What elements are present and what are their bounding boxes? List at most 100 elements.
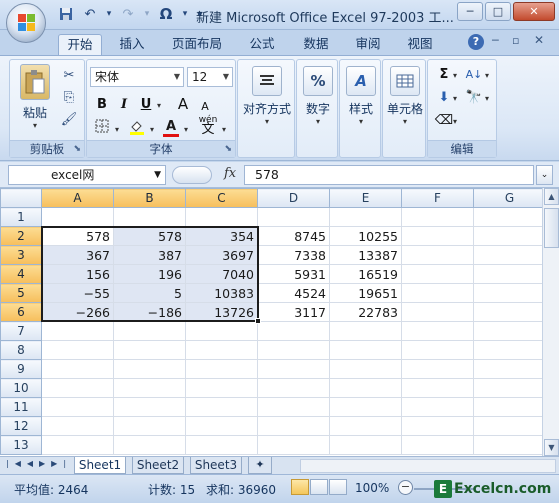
cell[interactable] (401, 264, 474, 284)
cell[interactable]: 7040 (185, 264, 258, 284)
zoom-out-icon[interactable]: − (398, 480, 413, 495)
cell[interactable] (401, 245, 474, 265)
name-box-dropdown-icon[interactable]: ▼ (154, 166, 161, 184)
phonetic-guide-icon[interactable]: wén 文 (197, 115, 219, 136)
cell[interactable] (185, 321, 258, 341)
tab-formulas[interactable]: 公式 (240, 34, 284, 55)
cell[interactable] (113, 359, 186, 379)
font-size-dropdown-icon[interactable]: ▼ (223, 68, 229, 86)
insert-sheet-icon[interactable]: ✦ (248, 457, 272, 474)
row-header[interactable]: 9 (0, 359, 42, 379)
cell[interactable] (41, 435, 114, 455)
fill-color-dropdown-icon[interactable]: ▾ (147, 119, 157, 138)
last-sheet-icon[interactable]: ▶| (51, 459, 72, 468)
cell[interactable] (329, 340, 402, 360)
format-painter-icon[interactable]: 🖌 (60, 110, 78, 128)
row-header[interactable]: 6 (0, 302, 42, 322)
cell[interactable] (257, 359, 330, 379)
symbol-omega-icon[interactable]: Ω (156, 5, 176, 23)
cell[interactable]: 13726 (185, 302, 258, 322)
cell[interactable] (113, 378, 186, 398)
cell[interactable] (401, 416, 474, 436)
office-button[interactable] (6, 3, 46, 43)
cell[interactable] (401, 207, 474, 227)
tab-review[interactable]: 审阅 (346, 34, 390, 55)
cell[interactable] (257, 416, 330, 436)
cut-icon[interactable]: ✂ (60, 66, 78, 84)
phonetic-dropdown-icon[interactable]: ▾ (219, 119, 229, 138)
cell[interactable] (41, 321, 114, 341)
cell[interactable]: 13387 (329, 245, 402, 265)
find-dropdown-icon[interactable]: ▾ (482, 88, 492, 107)
cell[interactable] (473, 397, 546, 417)
horizontal-scrollbar[interactable] (300, 459, 556, 473)
cell[interactable] (113, 435, 186, 455)
formula-bar-splitter[interactable] (172, 166, 212, 184)
copy-icon[interactable]: ⎘ (60, 88, 78, 106)
styles-button[interactable]: A 样式 ▾ (342, 66, 380, 126)
cell[interactable]: 10255 (329, 226, 402, 246)
select-all-corner[interactable] (0, 188, 42, 208)
cell[interactable] (473, 226, 546, 246)
cell[interactable] (113, 207, 186, 227)
sheet-nav-buttons[interactable]: |◀◀▶▶| (6, 459, 72, 468)
cell[interactable] (257, 397, 330, 417)
normal-view-icon[interactable] (291, 479, 309, 495)
row-header[interactable]: 8 (0, 340, 42, 360)
font-color-icon[interactable]: A (161, 117, 181, 137)
styles-dropdown-icon[interactable]: ▾ (342, 117, 380, 126)
cell[interactable]: 19651 (329, 283, 402, 303)
tab-insert[interactable]: 插入 (110, 34, 154, 55)
paste-button[interactable]: 粘贴 ▾ (16, 64, 54, 130)
cell[interactable]: 4524 (257, 283, 330, 303)
cell[interactable]: −266 (41, 302, 114, 322)
clipboard-launcher-icon[interactable]: ⬊ (73, 144, 81, 154)
cell[interactable] (401, 321, 474, 341)
column-header-c[interactable]: C (185, 188, 258, 208)
cell[interactable] (185, 340, 258, 360)
row-header[interactable]: 11 (0, 397, 42, 417)
cell[interactable] (473, 245, 546, 265)
cell[interactable]: 16519 (329, 264, 402, 284)
cell[interactable] (401, 397, 474, 417)
cell[interactable] (401, 302, 474, 322)
cell[interactable]: −186 (113, 302, 186, 322)
cell[interactable]: 5931 (257, 264, 330, 284)
underline-button[interactable]: U (136, 95, 156, 114)
redo-icon[interactable]: ↷ (118, 5, 138, 23)
column-header-g[interactable]: G (473, 188, 546, 208)
cell[interactable] (113, 340, 186, 360)
cell[interactable] (257, 435, 330, 455)
cells-button[interactable]: 单元格 ▾ (383, 66, 427, 126)
cell[interactable] (401, 435, 474, 455)
row-header[interactable]: 13 (0, 435, 42, 455)
row-header[interactable]: 2 (0, 226, 42, 246)
cell[interactable]: 367 (41, 245, 114, 265)
underline-dropdown-icon[interactable]: ▾ (154, 95, 164, 114)
cell[interactable]: 387 (113, 245, 186, 265)
omega-dropdown-icon[interactable]: ▾ (180, 5, 190, 23)
next-sheet-icon[interactable]: ▶ (39, 459, 51, 468)
cell[interactable] (113, 321, 186, 341)
cell[interactable]: −55 (41, 283, 114, 303)
scroll-up-icon[interactable]: ▲ (544, 188, 559, 205)
alignment-button[interactable]: 对齐方式 ▾ (240, 66, 294, 126)
cell[interactable]: 22783 (329, 302, 402, 322)
vertical-scroll-thumb[interactable] (544, 208, 559, 248)
name-box[interactable]: excel网 ▼ (8, 165, 166, 185)
row-header[interactable]: 7 (0, 321, 42, 341)
cell[interactable] (473, 283, 546, 303)
cell[interactable]: 10383 (185, 283, 258, 303)
borders-dropdown-icon[interactable]: ▾ (112, 119, 122, 138)
column-header-e[interactable]: E (329, 188, 402, 208)
cell[interactable]: 7338 (257, 245, 330, 265)
sort-filter-icon[interactable]: A↓ (464, 65, 484, 84)
cell[interactable]: 354 (185, 226, 258, 246)
cell[interactable] (185, 435, 258, 455)
number-dropdown-icon[interactable]: ▾ (299, 117, 337, 126)
cell[interactable]: 3697 (185, 245, 258, 265)
cell[interactable] (41, 397, 114, 417)
vertical-scrollbar[interactable]: ▲ ▼ (542, 188, 559, 456)
cell[interactable] (473, 207, 546, 227)
cell[interactable] (113, 397, 186, 417)
